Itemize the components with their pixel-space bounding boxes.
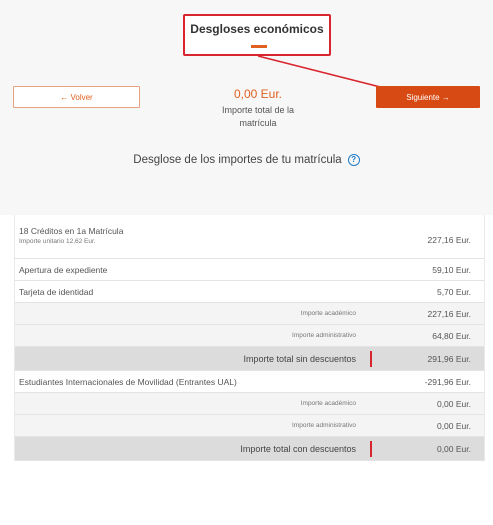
subtotal-row: Importe académico 227,16 Eur. (15, 303, 484, 325)
row-label: Importe académico (300, 310, 356, 317)
row-amount: 0,00 Eur. (436, 444, 471, 454)
row-amount: 0,00 Eur. (436, 399, 471, 409)
row-label: Apertura de expediente (19, 265, 108, 275)
row-amount: -291,96 Eur. (424, 377, 471, 387)
total-amount: 0,00 Eur. (233, 87, 283, 101)
subtotal-row: Importe administrativo 64,80 Eur. (15, 325, 484, 347)
row-label: Importe académico (300, 400, 356, 407)
row-label: Estudiantes Internacionales de Movilidad… (19, 377, 237, 387)
step-title-box: Desgloses económicos (183, 14, 331, 56)
row-amount: 64,80 Eur. (432, 331, 471, 341)
row-amount: 227,16 Eur. (427, 309, 471, 319)
total-caption: Importe total de la matrícula (221, 105, 295, 128)
table-row: 18 Créditos en 1a Matrícula Importe unit… (15, 215, 484, 259)
row-amount: 291,96 Eur. (427, 354, 471, 364)
next-button[interactable]: Siguiente → (376, 86, 480, 108)
total-row: Importe total con descuentos 0,00 Eur. (15, 437, 484, 461)
step-underline (251, 45, 267, 48)
subtotal-row: Importe administrativo 0,00 Eur. (15, 415, 484, 437)
breakdown-title-text: Desglose de los importes de tu matrícula (133, 154, 342, 167)
row-label: Importe administrativo (292, 332, 356, 339)
row-label: 18 Créditos en 1a Matrícula (19, 226, 124, 236)
row-amount: 227,16 Eur. (427, 235, 471, 245)
help-icon[interactable]: ? (347, 154, 360, 166)
row-label: Importe administrativo (292, 422, 356, 429)
total-row: Importe total sin descuentos 291,96 Eur. (15, 347, 484, 371)
row-amount: 0,00 Eur. (436, 421, 471, 431)
row-amount: 5,70 Eur. (436, 287, 471, 297)
total-divider (370, 441, 372, 457)
total-divider (370, 351, 372, 367)
row-label: Tarjeta de identidad (19, 287, 94, 297)
breakdown-table: 18 Créditos en 1a Matrícula Importe unit… (14, 215, 485, 461)
table-row: Tarjeta de identidad 5,70 Eur. (15, 281, 484, 303)
back-button[interactable]: ← Volver (13, 86, 140, 108)
subtotal-row: Importe académico 0,00 Eur. (15, 393, 484, 415)
row-sublabel: Importe unitario 12,62 Eur. (19, 238, 96, 245)
step-title: Desgloses económicos (190, 22, 324, 36)
row-label: Importe total con descuentos (240, 444, 356, 454)
row-amount: 59,10 Eur. (432, 265, 471, 275)
discount-row: Estudiantes Internacionales de Movilidad… (15, 371, 484, 393)
table-row: Apertura de expediente 59,10 Eur. (15, 259, 484, 281)
row-label: Importe total sin descuentos (243, 354, 356, 364)
breakdown-title: Desglose de los importes de tu matrícula… (0, 154, 493, 166)
